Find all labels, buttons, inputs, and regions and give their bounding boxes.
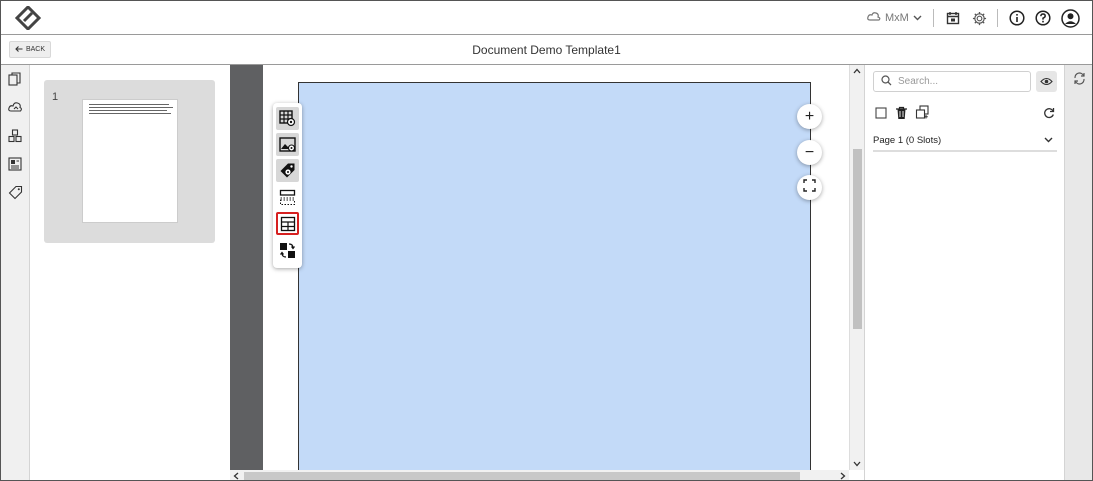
chevron-down-icon bbox=[913, 12, 922, 24]
search-input[interactable] bbox=[898, 76, 1018, 87]
slots-panel: Page 1 (0 Slots) bbox=[864, 65, 1064, 480]
cloud-icon bbox=[867, 11, 881, 26]
refresh-icon[interactable] bbox=[1041, 105, 1056, 120]
page-number: 1 bbox=[52, 91, 59, 103]
cloud-upload-icon[interactable] bbox=[7, 99, 23, 115]
search-icon bbox=[881, 73, 892, 91]
top-bar: MxM bbox=[1, 1, 1092, 35]
layout-icon[interactable] bbox=[7, 156, 23, 172]
select-all-checkbox[interactable] bbox=[873, 105, 888, 120]
row-split-tool[interactable] bbox=[276, 186, 299, 209]
thumbnail-panel: 1 bbox=[30, 65, 230, 480]
zoom-in-button[interactable]: + bbox=[797, 104, 822, 129]
gear-icon[interactable] bbox=[970, 9, 988, 27]
info-icon[interactable] bbox=[1008, 9, 1026, 27]
tag-icon[interactable] bbox=[7, 184, 23, 200]
grid-view-tool[interactable] bbox=[276, 107, 299, 130]
document-canvas[interactable] bbox=[230, 65, 849, 470]
horizontal-scroll-thumb[interactable] bbox=[244, 472, 800, 480]
user-menu[interactable]: MxM bbox=[867, 9, 922, 27]
sync-icon[interactable] bbox=[1073, 72, 1086, 90]
logo-icon[interactable] bbox=[14, 4, 42, 32]
thumbnail-text-lines bbox=[89, 104, 173, 116]
zoom-out-button[interactable]: − bbox=[797, 140, 822, 165]
swap-tool[interactable] bbox=[276, 239, 299, 262]
fullscreen-icon bbox=[803, 179, 816, 196]
document-header: BACK Document Demo Template1 bbox=[1, 35, 1092, 65]
scroll-up-arrow-icon[interactable] bbox=[853, 67, 861, 76]
scroll-left-arrow-icon[interactable] bbox=[233, 472, 239, 480]
help-icon[interactable] bbox=[1034, 9, 1052, 27]
visibility-toggle-button[interactable] bbox=[1036, 71, 1057, 92]
copy-icon[interactable] bbox=[915, 105, 930, 120]
vertical-scrollbar[interactable] bbox=[849, 65, 864, 470]
toolbar-divider bbox=[997, 9, 998, 27]
scroll-right-arrow-icon[interactable] bbox=[840, 472, 846, 480]
pages-icon[interactable] bbox=[7, 71, 23, 87]
page-slot-section[interactable]: Page 1 (0 Slots) bbox=[873, 131, 1057, 152]
boxes-icon[interactable] bbox=[7, 128, 23, 144]
document-page[interactable] bbox=[298, 82, 811, 470]
thumbnail-preview bbox=[82, 99, 178, 223]
chevron-down-icon bbox=[1044, 135, 1053, 146]
eye-icon bbox=[1040, 73, 1053, 91]
trash-icon[interactable] bbox=[894, 105, 909, 120]
right-rail bbox=[1064, 65, 1092, 480]
profile-icon[interactable] bbox=[1060, 8, 1080, 28]
toolbar-divider bbox=[933, 9, 934, 27]
tag-view-tool[interactable] bbox=[276, 159, 299, 182]
calendar-icon[interactable] bbox=[944, 9, 962, 27]
image-view-tool[interactable] bbox=[276, 133, 299, 156]
slot-section-title: Page 1 (0 Slots) bbox=[873, 135, 942, 146]
floating-toolbar bbox=[273, 103, 302, 268]
fit-screen-button[interactable] bbox=[797, 175, 822, 200]
vertical-scroll-thumb[interactable] bbox=[853, 149, 862, 329]
user-label: MxM bbox=[885, 12, 909, 24]
scroll-down-arrow-icon[interactable] bbox=[853, 460, 861, 469]
horizontal-scrollbar[interactable] bbox=[230, 470, 849, 480]
app-window: MxM BACK Document Demo Template1 1 + − S… bbox=[0, 0, 1093, 481]
table-tool[interactable] bbox=[276, 212, 299, 235]
page-thumbnail[interactable]: 1 bbox=[44, 80, 215, 243]
page-title: Document Demo Template1 bbox=[472, 43, 621, 57]
left-rail bbox=[1, 65, 30, 480]
search-box[interactable] bbox=[873, 71, 1031, 92]
